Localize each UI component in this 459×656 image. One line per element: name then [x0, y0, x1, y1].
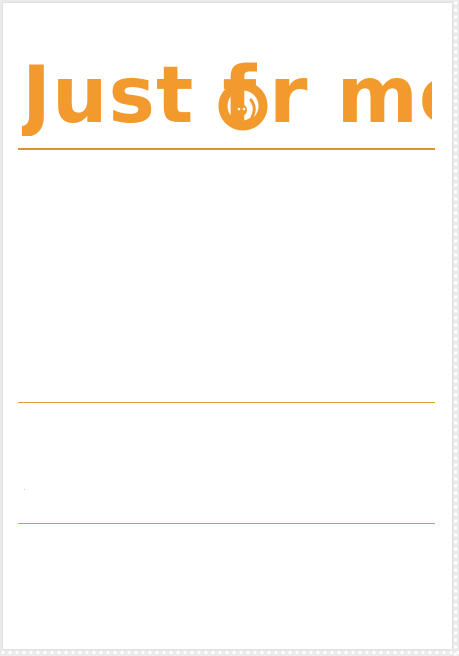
logo-text-end: r me — [269, 51, 432, 136]
perforated-bottom-edge — [0, 649, 459, 656]
perforated-right-edge — [452, 0, 459, 656]
brand-logo: Just f r me — [22, 51, 432, 136]
section-divider-1 — [18, 402, 435, 403]
speck — [24, 489, 25, 490]
header-divider — [18, 148, 435, 150]
section-divider-2 — [18, 523, 435, 524]
